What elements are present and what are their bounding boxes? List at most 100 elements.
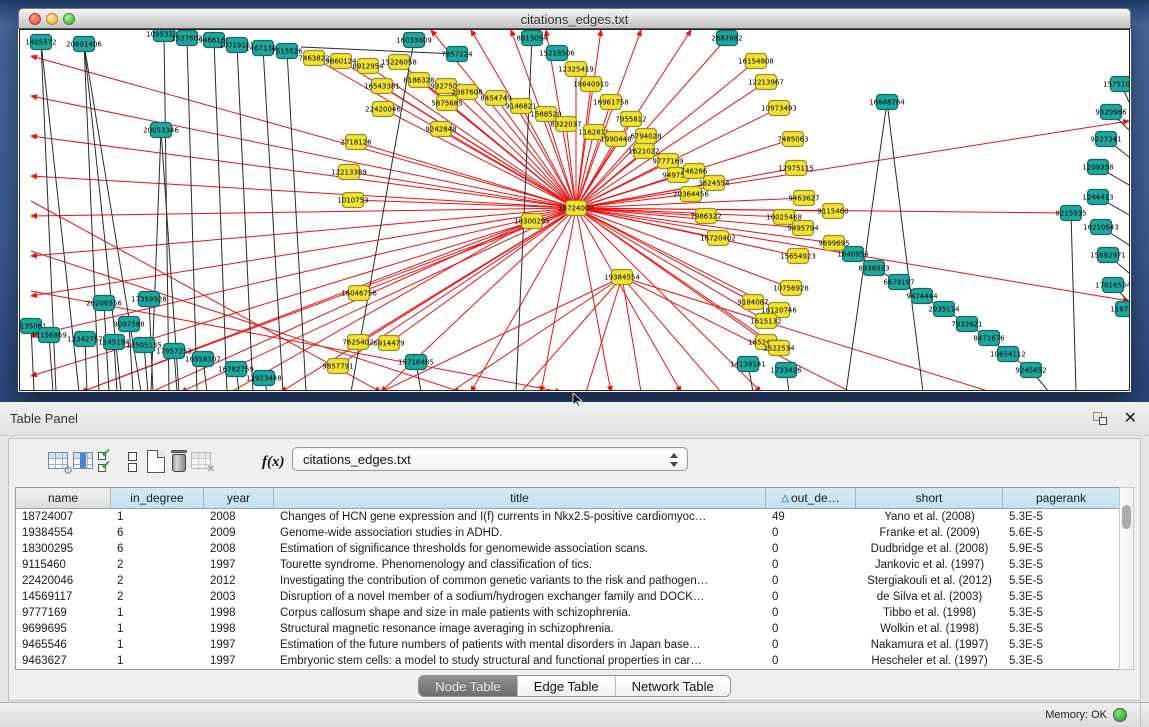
table-cell[interactable]: Wolkin et al. (1998) [856,621,1003,637]
graph-node[interactable]: 1990448 [600,132,631,147]
graph-node[interactable]: 2687682 [711,31,742,46]
table-cell[interactable]: 5.5E-5 [1003,573,1119,589]
table-cell[interactable]: Disruption of a novel member of a sodium… [274,589,766,605]
table-cell[interactable]: 6 [111,541,204,557]
table-cell[interactable]: Yano et al. (2008) [856,509,1003,525]
graph-node[interactable]: 15892971 [1090,248,1126,263]
graph-node[interactable]: 8215935 [1055,206,1086,221]
table-cell[interactable]: 2003 [204,589,274,605]
graph-edge[interactable] [451,277,622,390]
node-table[interactable]: namein_degreeyeartitle△out_de…shortpager… [15,487,1119,670]
table-cell[interactable]: 2 [111,573,204,589]
table-cell[interactable]: 0 [766,525,856,541]
graph-node[interactable]: 8813054 [516,31,548,46]
graph-edge[interactable] [263,48,283,390]
graph-node[interactable]: 7932621 [951,317,982,332]
graph-edge[interactable] [576,30,601,208]
table-cell[interactable]: 2 [111,589,204,605]
graph-edge[interactable] [622,277,721,390]
table-cell[interactable]: 2012 [204,573,274,589]
table-cell[interactable]: 9463627 [16,653,111,669]
graph-node[interactable]: 20206556 [86,296,122,311]
table-cell[interactable]: 9465546 [16,637,111,653]
column-header-in_degree[interactable]: in_degree [111,488,204,509]
graph-node[interactable]: 9242848 [425,122,456,137]
table-row[interactable]: 1456911722003Disruption of a novel membe… [16,589,1119,605]
graph-node[interactable]: 1405572 [25,35,56,50]
table-cell[interactable]: Changes of HCN gene expression and I(f) … [274,509,766,525]
column-header-year[interactable]: year [204,488,274,509]
graph-node[interactable]: 5875685 [431,96,462,111]
table-row[interactable]: 1830029562008Estimation of significance … [16,541,1119,557]
graph-node[interactable]: 9857791 [322,359,353,374]
graph-node[interactable]: 20053346 [143,123,179,138]
column-header-short[interactable]: short [856,488,1003,509]
graph-node[interactable]: 9115460 [817,204,848,219]
table-cell[interactable]: Jankovic et al. (1997) [856,557,1003,573]
table-row[interactable]: 946362711997Embryonic stem cells: a mode… [16,653,1119,669]
graph-node[interactable]: 9245652 [1015,363,1046,378]
table-cell[interactable]: 18300295 [16,541,111,557]
table-cell[interactable]: 0 [766,653,856,669]
graph-node[interactable]: 10756928 [773,281,809,296]
graph-edge[interactable] [622,277,851,390]
graph-node[interactable]: 10973493 [761,101,797,116]
graph-edge[interactable] [441,129,576,208]
graph-node[interactable]: 6679197 [883,275,914,290]
table-cell[interactable]: 1 [111,653,204,669]
graph-node[interactable]: 10654112 [990,347,1026,362]
graph-node[interactable]: 9699695 [818,236,849,251]
table-cell[interactable]: Tibbo et al. (1998) [856,605,1003,621]
table-cell[interactable]: 0 [766,637,856,653]
graph-node[interactable]: 7857224 [441,47,473,62]
table-cell[interactable]: 1997 [204,653,274,669]
table-cell[interactable]: 5.6E-5 [1003,525,1119,541]
graph-node[interactable]: 9227341 [1090,132,1121,147]
graph-node[interactable]: 9329966 [1095,105,1127,120]
table-cell[interactable]: 22420046 [16,573,111,589]
float-panel-icon[interactable] [1093,410,1109,426]
table-cell[interactable]: Franke et al. (2009) [856,525,1003,541]
graph-node[interactable]: 1621022 [628,144,659,159]
tab-edge-table[interactable]: Edge Table [518,676,616,696]
graph-edge[interactable] [237,45,253,390]
graph-node[interactable]: 1615132 [750,314,781,329]
graph-node[interactable]: 15218506 [539,46,575,61]
graph-node[interactable]: 16961758 [593,95,629,110]
graph-node[interactable]: 6914479 [373,336,404,351]
toggle-column-icon[interactable] [71,449,97,475]
table-cell[interactable]: 5.3E-5 [1003,605,1119,621]
graph-edge[interactable] [1071,213,1076,390]
graph-node[interactable]: 2935114 [928,302,960,317]
graph-node[interactable]: 1010753 [337,193,368,208]
table-cell[interactable]: 1 [111,621,204,637]
graph-edge[interactable] [389,208,576,343]
table-cell[interactable]: 5.3E-5 [1003,589,1119,605]
table-cell[interactable]: 6 [111,525,204,541]
graph-node[interactable]: 9474444 [906,289,938,304]
graph-node[interactable]: 20691406 [66,37,102,52]
graph-node[interactable]: 7485063 [777,132,808,147]
graph-edge[interactable] [49,335,53,390]
graph-node[interactable]: 6794028 [630,129,661,144]
graph-edge[interactable] [576,208,611,390]
graph-node[interactable]: 16543381 [364,79,400,94]
graph-node[interactable]: 1209358 [1082,160,1113,175]
table-row[interactable]: 2242004622012Investigating the contribut… [16,573,1119,589]
graph-node[interactable]: 2718126 [340,135,372,150]
table-row[interactable]: 1938455462009Genome-wide association stu… [16,525,1119,541]
table-row[interactable]: 911546021997Tourette syndrome. Phenomeno… [16,557,1119,573]
graph-node[interactable]: 3624554 [698,176,730,191]
table-cell[interactable]: 18724007 [16,509,111,525]
graph-node[interactable]: 1167534 [1110,302,1129,317]
graph-node[interactable]: 8938923 [858,261,889,276]
table-cell[interactable]: Nakamura et al. (1997) [856,637,1003,653]
graph-node[interactable]: 15654923 [780,249,816,264]
tab-node-table[interactable]: Node Table [419,676,518,696]
table-cell[interactable]: 5.9E-5 [1003,541,1119,557]
table-cell[interactable]: 0 [766,541,856,557]
table-cell[interactable]: 1 [111,637,204,653]
table-cell[interactable]: 0 [766,605,856,621]
table-cell[interactable]: 14569117 [16,589,111,605]
column-header-title[interactable]: title [274,488,766,509]
